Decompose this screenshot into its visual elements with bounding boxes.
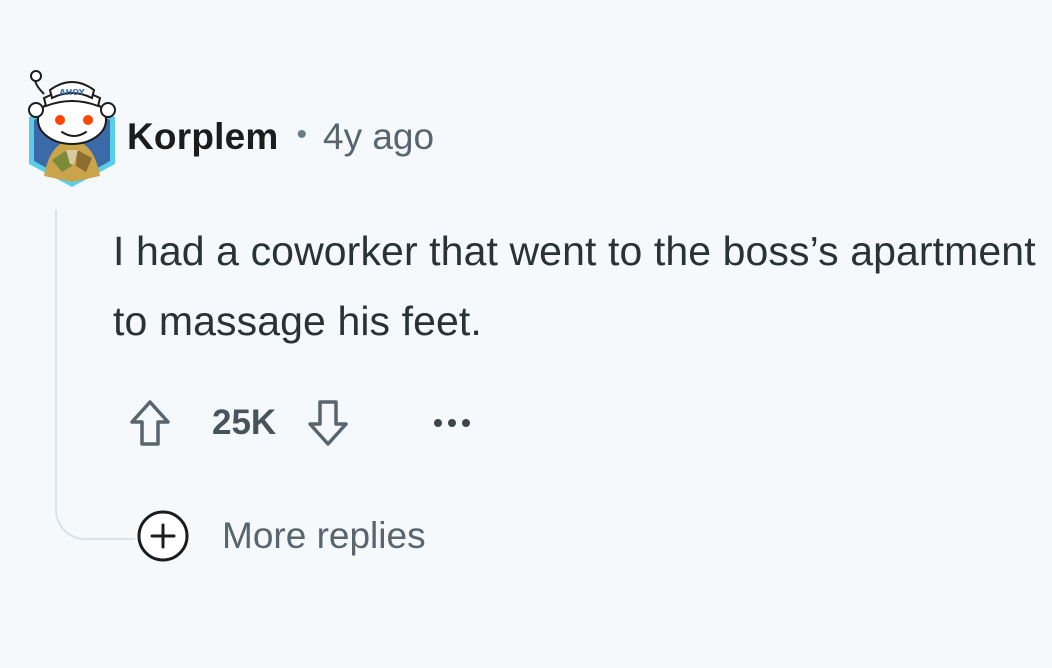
downvote-arrow-icon	[308, 400, 348, 446]
upvote-arrow-icon	[130, 400, 170, 446]
more-replies-button[interactable]: More replies	[136, 508, 426, 564]
author-username[interactable]: Korplem	[127, 116, 278, 158]
comment-card: AHOY Korplem • 4y ago I had a coworker t…	[0, 0, 1052, 668]
more-replies-label: More replies	[222, 515, 426, 556]
more-dots-icon	[434, 419, 471, 427]
comment-body: I had a coworker that went to the boss’s…	[113, 228, 1036, 344]
plus-circle-icon	[137, 510, 189, 562]
more-options-button[interactable]	[430, 396, 474, 450]
svg-text:AHOY: AHOY	[59, 88, 84, 97]
downvote-button[interactable]	[304, 396, 352, 450]
vote-score: 25K	[212, 403, 277, 442]
snoo-sailor-avatar-icon: AHOY	[28, 70, 116, 187]
upvote-button[interactable]	[126, 396, 174, 450]
comment-actions: 25K	[126, 396, 474, 450]
meta-separator: •	[296, 118, 307, 151]
user-avatar[interactable]: AHOY	[22, 68, 122, 190]
comment-header: Korplem • 4y ago	[127, 112, 434, 162]
timestamp[interactable]: 4y ago	[323, 116, 434, 158]
